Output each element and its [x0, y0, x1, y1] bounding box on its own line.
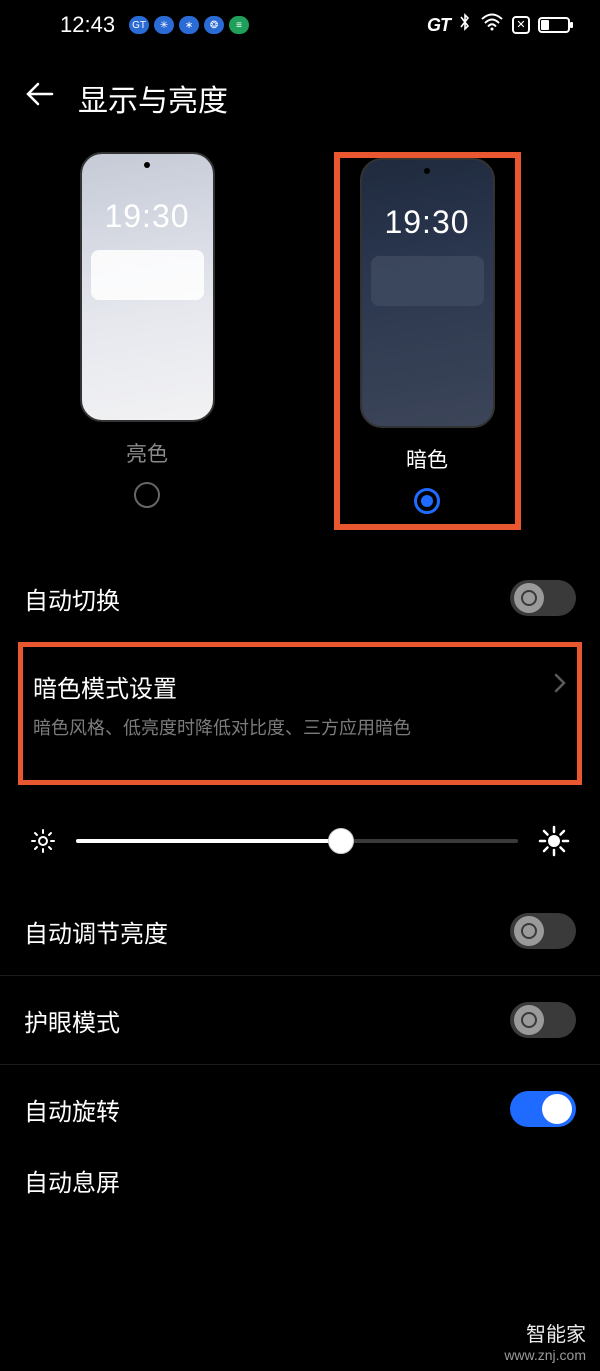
preview-time: 19:30 — [82, 198, 213, 235]
app-icon-2: ≡ — [229, 16, 249, 34]
auto-switch-label: 自动切换 — [24, 581, 120, 616]
battery-icon — [538, 17, 570, 33]
close-square-icon: ✕ — [512, 16, 530, 34]
row-auto-switch: 自动切换 — [0, 554, 600, 642]
wifi-icon — [480, 13, 504, 37]
auto-switch-toggle[interactable] — [510, 580, 576, 616]
wechat-icon: ✳ — [154, 16, 174, 34]
brightness-high-icon — [538, 825, 570, 857]
slider-fill — [76, 839, 341, 843]
page-title: 显示与亮度 — [78, 76, 228, 120]
auto-rotate-toggle[interactable] — [510, 1091, 576, 1127]
dark-settings-subtitle: 暗色风格、低亮度时降低对比度、三方应用暗色 — [33, 714, 567, 740]
row-eye-comfort: 护眼模式 — [0, 976, 600, 1064]
light-preview: 19:30 — [80, 152, 215, 422]
theme-option-dark[interactable]: 19:30 暗色 — [334, 152, 521, 530]
watermark-url: www.znj.com — [504, 1347, 586, 1363]
theme-mode-selector: 19:30 亮色 19:30 暗色 — [0, 142, 600, 554]
light-radio[interactable] — [134, 482, 160, 508]
back-button[interactable] — [24, 81, 54, 115]
status-right: GT ✕ — [427, 12, 570, 38]
brightness-low-icon — [30, 828, 56, 854]
watermark: 智能家 www.znj.com — [504, 1318, 586, 1363]
auto-brightness-label: 自动调节亮度 — [24, 914, 168, 949]
row-dark-mode-settings[interactable]: 暗色模式设置 暗色风格、低亮度时降低对比度、三方应用暗色 — [18, 642, 582, 785]
app-icon: ❂ — [204, 16, 224, 34]
brightness-slider[interactable] — [76, 839, 518, 843]
dark-settings-title: 暗色模式设置 — [33, 669, 177, 704]
row-auto-brightness: 自动调节亮度 — [0, 887, 600, 975]
page-header: 显示与亮度 — [0, 46, 600, 142]
dark-preview: 19:30 — [360, 158, 495, 428]
status-time: 12:43 — [60, 12, 115, 38]
chevron-right-icon — [553, 671, 567, 702]
light-label: 亮色 — [126, 438, 168, 468]
bluetooth-badge-icon: ∗ — [179, 16, 199, 34]
status-app-icons: GT ✳ ∗ ❂ ≡ — [129, 16, 249, 34]
status-left: 12:43 GT ✳ ∗ ❂ ≡ — [60, 12, 249, 38]
preview-time: 19:30 — [362, 204, 493, 241]
gt-badge-icon: GT — [129, 16, 149, 34]
theme-option-light[interactable]: 19:30 亮色 — [80, 152, 215, 530]
preview-widget — [371, 256, 484, 306]
notch-icon — [424, 168, 430, 174]
dark-label: 暗色 — [406, 444, 448, 474]
eye-comfort-toggle[interactable] — [510, 1002, 576, 1038]
status-bar: 12:43 GT ✳ ∗ ❂ ≡ GT ✕ — [0, 0, 600, 46]
auto-screen-off-label: 自动息屏 — [24, 1163, 120, 1198]
dark-radio[interactable] — [414, 488, 440, 514]
slider-thumb[interactable] — [328, 828, 354, 854]
auto-brightness-toggle[interactable] — [510, 913, 576, 949]
row-auto-rotate: 自动旋转 — [0, 1065, 600, 1153]
row-auto-screen-off[interactable]: 自动息屏 — [0, 1153, 600, 1224]
auto-rotate-label: 自动旋转 — [24, 1092, 120, 1127]
eye-comfort-label: 护眼模式 — [24, 1003, 120, 1038]
notch-icon — [144, 162, 150, 168]
watermark-title: 智能家 — [504, 1318, 586, 1347]
gt-logo-icon: GT — [427, 15, 450, 36]
bluetooth-icon — [458, 12, 472, 38]
brightness-slider-row — [0, 785, 600, 887]
preview-widget — [91, 250, 204, 300]
